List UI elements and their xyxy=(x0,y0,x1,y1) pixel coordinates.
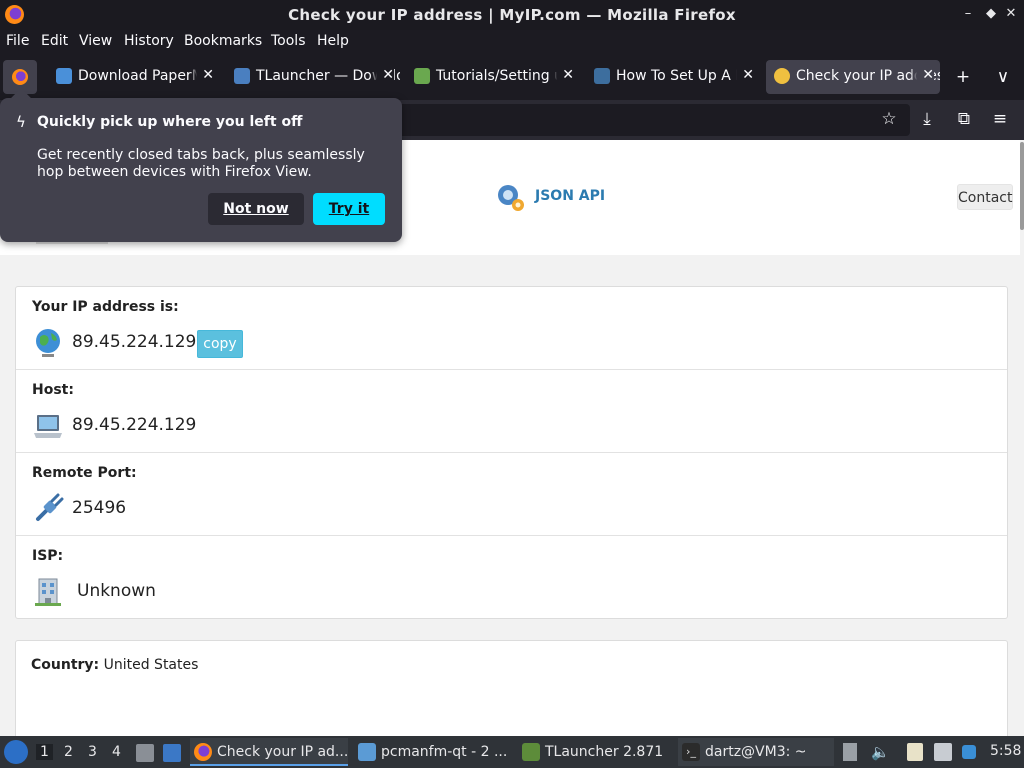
tab-tlauncher[interactable]: TLauncher — Download ✕ xyxy=(226,60,400,94)
menu-edit[interactable]: Edit xyxy=(41,33,68,49)
window-title: Check your IP address | MyIP.com — Mozil… xyxy=(288,6,736,24)
ip-info-card: Your IP address is: 89.45.224.129 copy H… xyxy=(15,286,1008,619)
country-line: Country: United States xyxy=(31,657,198,673)
ip-address-value: 89.45.224.129 xyxy=(72,332,197,352)
task-tlauncher[interactable]: TLauncher 2.871 xyxy=(518,738,672,766)
menu-bar: File Edit View History Bookmarks Tools H… xyxy=(0,30,1024,54)
popup-title: Quickly pick up where you left off xyxy=(37,114,303,130)
tab-bar: Download PaperMC ✕ TLauncher — Download … xyxy=(0,54,1024,100)
firefox-view-icon xyxy=(12,69,28,85)
copy-button[interactable]: copy xyxy=(197,330,243,358)
host-value: 89.45.224.129 xyxy=(72,415,197,435)
location-card: Country: United States xyxy=(15,640,1008,736)
globe-icon xyxy=(36,329,60,357)
tab-close-icon[interactable]: ✕ xyxy=(190,67,214,83)
list-all-tabs-icon[interactable]: ∨ xyxy=(992,66,1014,88)
firefox-icon xyxy=(194,743,212,761)
isp-label: ISP: xyxy=(32,548,64,564)
task-label: pcmanfm-qt - 2 ... xyxy=(381,744,508,760)
scrollbar-thumb[interactable] xyxy=(1020,142,1024,230)
extensions-icon[interactable]: ⧉ xyxy=(953,108,975,130)
isp-value: Unknown xyxy=(77,581,156,601)
smiley-icon xyxy=(774,68,790,84)
plug-icon xyxy=(36,493,64,521)
site-icon xyxy=(594,68,610,84)
ip-address-label: Your IP address is: xyxy=(32,299,179,315)
maximize-button[interactable]: ◆ xyxy=(983,5,999,23)
tab-close-icon[interactable]: ✕ xyxy=(370,67,394,83)
task-label: Check your IP ad... xyxy=(217,744,348,760)
ip-address-row: Your IP address is: 89.45.224.129 copy xyxy=(16,287,1007,370)
json-api-label: JSON API xyxy=(535,188,606,204)
show-desktop-icon[interactable] xyxy=(163,744,181,762)
tab-close-icon[interactable]: ✕ xyxy=(730,67,754,83)
menu-bookmarks[interactable]: Bookmarks xyxy=(184,33,262,49)
task-label: dartz@VM3: ~ xyxy=(705,744,807,760)
tab-pi-setup[interactable]: How To Set Up A Pi ✕ xyxy=(586,60,760,94)
popup-body: Get recently closed tabs back, plus seam… xyxy=(37,147,365,180)
file-manager-launcher-icon[interactable] xyxy=(136,744,154,762)
volume-icon[interactable]: 🔈 xyxy=(871,743,890,761)
taskbar: 1 2 3 4 Check your IP ad... pcmanfm-qt -… xyxy=(0,736,1024,768)
clipboard-icon[interactable] xyxy=(907,743,923,761)
minimize-button[interactable]: – xyxy=(960,5,976,23)
notification-icon[interactable] xyxy=(962,745,976,759)
gear-icon xyxy=(498,185,524,211)
page-scrollbar[interactable] xyxy=(1020,140,1024,736)
menu-tools[interactable]: Tools xyxy=(271,33,306,49)
task-terminal[interactable]: ›_ dartz@VM3: ~ xyxy=(678,738,834,766)
not-now-button[interactable]: Not now xyxy=(208,193,304,225)
window-titlebar: Check your IP address | MyIP.com — Mozil… xyxy=(0,0,1024,30)
clock[interactable]: 5:58 xyxy=(990,743,1021,759)
remote-port-value: 25496 xyxy=(72,498,127,518)
cube-icon xyxy=(414,68,430,84)
task-label: TLauncher 2.871 xyxy=(545,744,664,760)
close-window-button[interactable]: ✕ xyxy=(1003,5,1019,23)
firefox-view-popup: ϟ Quickly pick up where you left off Get… xyxy=(0,88,402,242)
terminal-icon: ›_ xyxy=(682,743,700,761)
new-tab-button[interactable]: + xyxy=(952,66,974,88)
workspace-1[interactable]: 1 xyxy=(36,744,53,760)
bookmark-star-icon[interactable]: ☆ xyxy=(878,108,900,130)
country-value: United States xyxy=(103,657,199,673)
remote-port-label: Remote Port: xyxy=(32,465,137,481)
laptop-icon xyxy=(34,415,62,438)
folder-icon xyxy=(358,743,376,761)
workspace-2[interactable]: 2 xyxy=(64,744,73,760)
tab-tutorials[interactable]: Tutorials/Setting up ✕ xyxy=(406,60,580,94)
remote-port-row: Remote Port: 25496 xyxy=(16,453,1007,536)
scroll-up-icon[interactable] xyxy=(843,743,857,761)
isp-row: ISP: Unknown xyxy=(16,536,1007,619)
tab-label: How To Set Up A Pi xyxy=(616,68,748,84)
app-menu-icon[interactable]: ≡ xyxy=(989,108,1011,130)
host-label: Host: xyxy=(32,382,74,398)
tab-myip[interactable]: Check your IP address ✕ xyxy=(766,60,940,94)
menu-file[interactable]: File xyxy=(6,33,29,49)
start-menu-icon[interactable] xyxy=(4,740,28,764)
tab-close-icon[interactable]: ✕ xyxy=(550,67,574,83)
tab-close-icon[interactable]: ✕ xyxy=(910,67,934,83)
tab-papermc[interactable]: Download PaperMC ✕ xyxy=(48,60,220,94)
menu-help[interactable]: Help xyxy=(317,33,349,49)
menu-history[interactable]: History xyxy=(124,33,174,49)
minecraft-icon xyxy=(522,743,540,761)
building-icon xyxy=(35,578,61,606)
task-pcmanfm[interactable]: pcmanfm-qt - 2 ... xyxy=(354,738,512,766)
contact-button[interactable]: Contact xyxy=(957,184,1013,210)
network-icon[interactable] xyxy=(934,743,952,761)
country-label: Country: xyxy=(31,657,100,673)
try-it-button[interactable]: Try it xyxy=(313,193,385,225)
cube-icon xyxy=(56,68,72,84)
workspace-3[interactable]: 3 xyxy=(88,744,97,760)
task-firefox[interactable]: Check your IP ad... xyxy=(190,738,348,766)
workspace-4[interactable]: 4 xyxy=(112,744,121,760)
lightning-icon: ϟ xyxy=(16,113,26,131)
menu-view[interactable]: View xyxy=(79,33,112,49)
tlauncher-icon xyxy=(234,68,250,84)
host-row: Host: 89.45.224.129 xyxy=(16,370,1007,453)
download-icon[interactable]: ⤓ xyxy=(916,108,938,130)
